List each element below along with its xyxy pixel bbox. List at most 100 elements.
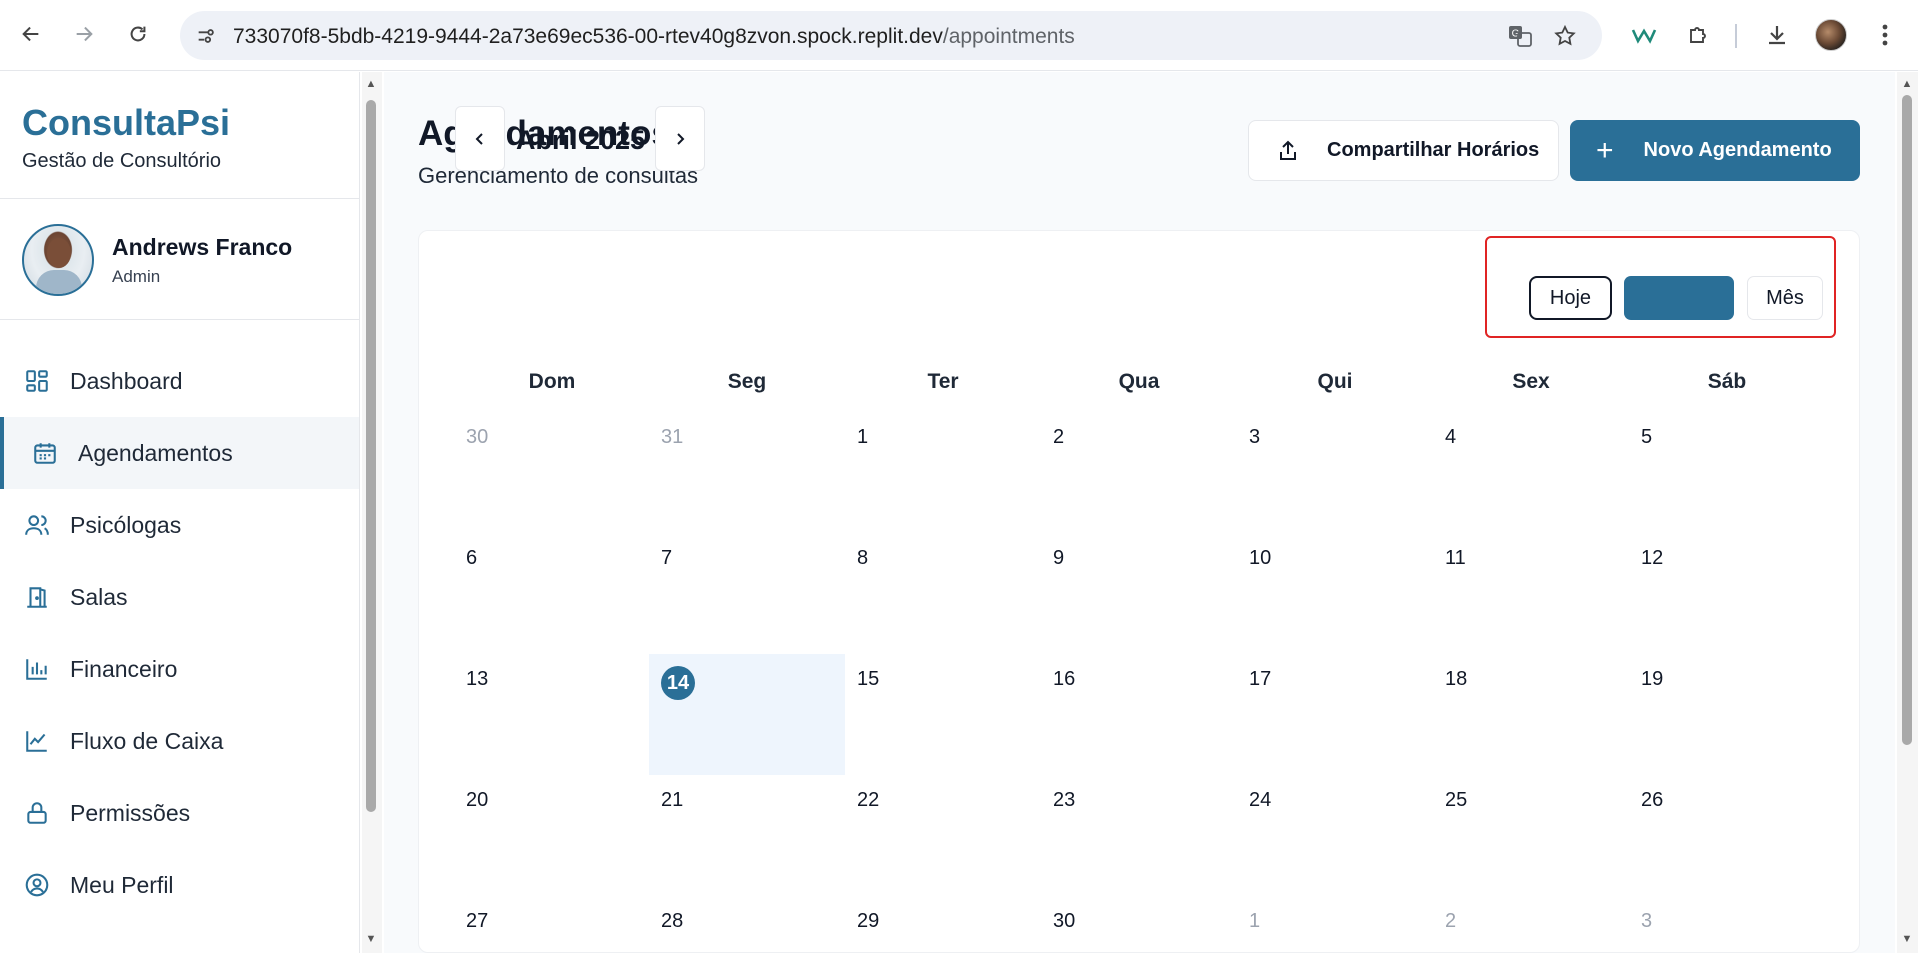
calendar-day[interactable]: 15: [845, 654, 1041, 775]
sidebar-item-label: Permissões: [70, 799, 191, 826]
calendar-day[interactable]: 8: [845, 533, 1041, 654]
day-number: 4: [1445, 426, 1457, 448]
calendar-day[interactable]: 10: [1237, 533, 1433, 654]
users-icon: [22, 510, 52, 540]
address-bar[interactable]: 733070f8-5bdb-4219-9444-2a73e69ec536-00-…: [180, 11, 1602, 60]
reload-button[interactable]: [120, 16, 156, 52]
calendar-day[interactable]: 30: [454, 412, 650, 533]
calendar-day-today[interactable]: 14: [649, 654, 845, 775]
chevron-left-icon: [475, 132, 483, 145]
today-button[interactable]: Hoje: [1529, 276, 1612, 320]
day-number: 14: [661, 666, 695, 700]
sidebar-item-agendamentos[interactable]: Agendamentos: [0, 417, 359, 489]
sidebar-item-psicologas[interactable]: Psicólogas: [0, 489, 359, 561]
plus-icon: +: [1596, 133, 1614, 167]
previous-month-button[interactable]: [455, 106, 505, 171]
calendar-day[interactable]: 19: [1629, 654, 1825, 775]
calendar-day[interactable]: 5: [1629, 412, 1825, 533]
calendar-day[interactable]: 24: [1237, 775, 1433, 896]
calendar-day[interactable]: 25: [1433, 775, 1629, 896]
sidebar-item-fluxo-de-caixa[interactable]: Fluxo de Caixa: [0, 705, 359, 777]
sidebar-item-label: Psicólogas: [70, 511, 182, 538]
sidebar: ConsultaPsi Gestão de Consultório Andrew…: [0, 72, 360, 953]
day-number: 22: [857, 789, 880, 811]
calendar-day[interactable]: 3: [1237, 412, 1433, 533]
calendar-day[interactable]: 7: [649, 533, 845, 654]
extensions-puzzle-icon[interactable]: [1681, 18, 1715, 52]
share-schedule-button[interactable]: Compartilhar Horários: [1248, 120, 1559, 181]
toolbar-separator: [1735, 24, 1737, 48]
day-number: 25: [1445, 789, 1468, 811]
calendar-day[interactable]: 18: [1433, 654, 1629, 775]
more-menu-icon[interactable]: [1868, 18, 1902, 52]
day-number: 3: [1641, 910, 1653, 932]
url-text: 733070f8-5bdb-4219-9444-2a73e69ec536-00-…: [233, 25, 1075, 49]
calendar-day[interactable]: 13: [454, 654, 650, 775]
user-circle-icon: [22, 870, 52, 900]
month-view-button[interactable]: Mês: [1747, 276, 1823, 320]
calendar-day[interactable]: 28: [649, 896, 845, 937]
sidebar-item-meu-perfil[interactable]: Meu Perfil: [0, 849, 359, 921]
day-number: 5: [1641, 426, 1653, 448]
sidebar-item-label: Agendamentos: [78, 439, 233, 466]
calendar-day[interactable]: 31: [649, 412, 845, 533]
sidebar-item-salas[interactable]: Salas: [0, 561, 359, 633]
page-scroll-up-icon[interactable]: ▲: [1899, 78, 1915, 90]
calendar-day[interactable]: 3: [1629, 896, 1825, 937]
calendar-day[interactable]: 29: [845, 896, 1041, 937]
week-view-button[interactable]: [1624, 276, 1734, 320]
bookmark-star-icon[interactable]: [1552, 23, 1578, 49]
scroll-down-arrow-icon[interactable]: ▼: [364, 933, 378, 945]
calendar-day[interactable]: 4: [1433, 412, 1629, 533]
calendar-day[interactable]: 9: [1041, 533, 1237, 654]
sidebar-item-permissoes[interactable]: Permissões: [0, 777, 359, 849]
day-number: 9: [1053, 547, 1065, 569]
browser-toolbar: 733070f8-5bdb-4219-9444-2a73e69ec536-00-…: [0, 0, 1918, 71]
back-button[interactable]: [13, 16, 49, 52]
sidebar-item-dashboard[interactable]: Dashboard: [0, 345, 359, 417]
sidebar-item-label: Meu Perfil: [70, 871, 174, 898]
new-appointment-button[interactable]: + Novo Agendamento: [1570, 120, 1860, 181]
calendar-day[interactable]: 27: [454, 896, 650, 937]
weekday-header: Sáb: [1707, 370, 1747, 393]
day-number: 10: [1249, 547, 1272, 569]
calendar-day[interactable]: 2: [1041, 412, 1237, 533]
page-scrollbar-thumb[interactable]: [1902, 95, 1912, 745]
extension-w-icon[interactable]: [1627, 18, 1661, 52]
day-number: 17: [1249, 668, 1272, 690]
calendar-day[interactable]: 11: [1433, 533, 1629, 654]
calendar-icon: [30, 438, 60, 468]
scroll-up-arrow-icon[interactable]: ▲: [364, 78, 378, 90]
calendar-day[interactable]: 26: [1629, 775, 1825, 896]
calendar-day[interactable]: 20: [454, 775, 650, 896]
user-role: Admin: [112, 266, 161, 286]
brand: ConsultaPsi Gestão de Consultório: [22, 102, 230, 173]
sidebar-item-financeiro[interactable]: Financeiro: [0, 633, 359, 705]
calendar-day[interactable]: 2: [1433, 896, 1629, 937]
browser-profile-avatar[interactable]: [1815, 19, 1847, 51]
calendar-day[interactable]: 6: [454, 533, 650, 654]
calendar-day[interactable]: 16: [1041, 654, 1237, 775]
line-chart-icon: [22, 726, 52, 756]
calendar-day[interactable]: 1: [845, 412, 1041, 533]
sidebar-scrollbar-thumb[interactable]: [366, 100, 376, 812]
page-scroll-down-icon[interactable]: ▼: [1899, 933, 1915, 945]
calendar-day[interactable]: 23: [1041, 775, 1237, 896]
weekday-header: Qua: [1118, 370, 1160, 393]
calendar-day[interactable]: 30: [1041, 896, 1237, 937]
sidebar-item-label: Salas: [70, 583, 128, 610]
calendar-day[interactable]: 17: [1237, 654, 1433, 775]
next-month-button[interactable]: [655, 106, 705, 171]
translate-icon[interactable]: G: [1507, 23, 1533, 49]
calendar-day[interactable]: 1: [1237, 896, 1433, 937]
calendar-day[interactable]: 21: [649, 775, 845, 896]
calendar-day[interactable]: 22: [845, 775, 1041, 896]
day-number: 20: [466, 789, 489, 811]
site-settings-icon[interactable]: [193, 23, 219, 49]
downloads-icon[interactable]: [1760, 18, 1794, 52]
day-number: 26: [1641, 789, 1664, 811]
sidebar-item-label: Dashboard: [70, 367, 183, 394]
forward-button[interactable]: [66, 16, 102, 52]
share-upload-icon: [1275, 138, 1301, 164]
calendar-day[interactable]: 12: [1629, 533, 1825, 654]
